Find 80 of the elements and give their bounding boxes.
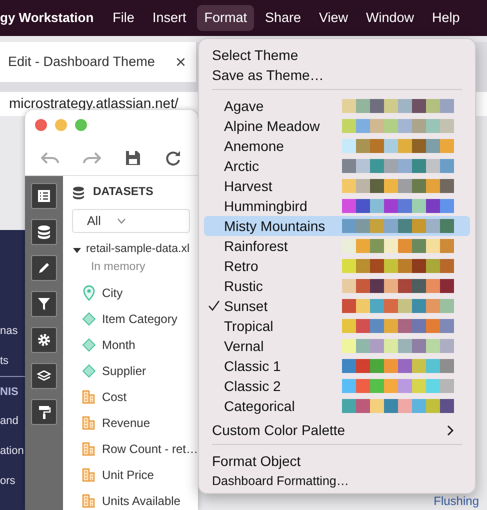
metric-icon [82,468,96,482]
field-name[interactable]: Unit Price [102,466,154,484]
nav-item-text: nas [0,324,19,339]
diamond-icon [82,312,96,326]
browser-tab[interactable]: Edit - Dashboard Theme × [0,42,196,82]
close-window-button[interactable] [35,119,47,131]
filter-icon [36,296,52,312]
theme-menu-item[interactable]: Tropical [204,316,470,336]
theme-menu-item[interactable]: Arctic [204,156,470,176]
app-name: gy Workstation [0,9,95,28]
theme-menu-item[interactable]: Rustic [204,276,470,296]
theme-menu-item[interactable]: Rainforest [204,236,470,256]
menu-bar-item[interactable]: View [312,5,356,31]
menu-bar-item[interactable]: Share [258,5,308,31]
metric-icon [82,442,96,456]
chevron-down-icon [116,218,126,224]
field-name[interactable]: City [102,284,123,302]
menu-item[interactable]: Select Theme [204,45,470,65]
theme-menu-item[interactable]: Anemone [204,136,470,156]
dataset-name[interactable]: retail-sample-data.xl [86,241,190,258]
menu-bar-item[interactable]: Window [359,5,422,31]
dataset-status: In memory [90,260,146,274]
theme-menu-item[interactable]: Classic 1 [204,356,470,376]
tool-button[interactable] [31,399,57,425]
field-name[interactable]: Units Available [102,492,180,510]
diamond-icon [82,338,96,352]
field-name[interactable]: Month [102,336,136,354]
tool-button[interactable] [31,363,57,389]
diamond-icon [82,364,96,378]
menu-item[interactable]: Format Object [204,451,470,471]
theme-menu-item[interactable]: Categorical [204,396,470,416]
section-title: DATASETS [92,185,154,200]
theme-menu-item[interactable]: Classic 2 [204,376,470,396]
menu-bar-item[interactable]: Insert [145,5,194,31]
nav-item-text: ors [0,474,16,489]
pencil-icon [36,260,52,276]
refresh-icon[interactable] [165,150,181,166]
database-icon [36,224,52,240]
menu-bar-item[interactable]: File [106,5,142,31]
filter-dropdown[interactable]: All [72,209,190,234]
field-name[interactable]: Revenue [102,414,150,432]
tool-button[interactable] [31,183,57,209]
nav-item-text: ts [0,354,10,369]
theme-menu-item[interactable]: Sunset [204,296,470,316]
tool-button[interactable] [31,255,57,281]
tab-title: Edit - Dashboard Theme [8,52,155,71]
map-label: Flushing [434,493,479,510]
theme-menu-item[interactable]: Harvest [204,176,470,196]
theme-menu-item[interactable]: Hummingbird [204,196,470,216]
field-name[interactable]: Supplier [102,362,146,380]
submenu-item[interactable]: Custom Color Palette [204,420,470,440]
metric-icon [82,494,96,508]
metric-icon [82,390,96,404]
field-name[interactable]: Row Count - ret… [102,440,198,458]
theme-menu-item[interactable]: Retro [204,256,470,276]
field-name[interactable]: Cost [102,388,127,406]
save-icon[interactable] [125,150,141,166]
field-name[interactable]: Item Category [102,310,178,328]
menu-bar-item[interactable]: Format [197,5,254,31]
database-icon [72,186,85,200]
close-tab-button[interactable]: × [173,53,188,71]
tool-button[interactable] [31,291,57,317]
paint-roller-icon [36,404,52,420]
menu-bar-item[interactable]: Help [425,5,467,31]
nav-item-text: ation [0,444,25,459]
theme-menu-item[interactable]: Agave [204,96,470,116]
location-pin-icon [82,284,96,301]
tool-button[interactable] [31,219,57,245]
menu-item[interactable]: Dashboard Formatting… [204,471,470,491]
list-icon [36,188,52,204]
url-text: microstrategy.atlassian.net/ [9,95,178,111]
menu-item[interactable]: Save as Theme… [204,65,470,85]
metric-icon [82,416,96,430]
theme-menu-item[interactable]: Misty Mountains [204,216,470,236]
chevron-right-icon [447,424,454,436]
theme-menu-item[interactable]: Alpine Meadow [204,116,470,136]
nav-item-text: and [0,414,20,429]
tool-button[interactable] [31,327,57,353]
theme-menu-item[interactable]: Vernal [204,336,470,356]
settings-icon [36,332,52,348]
